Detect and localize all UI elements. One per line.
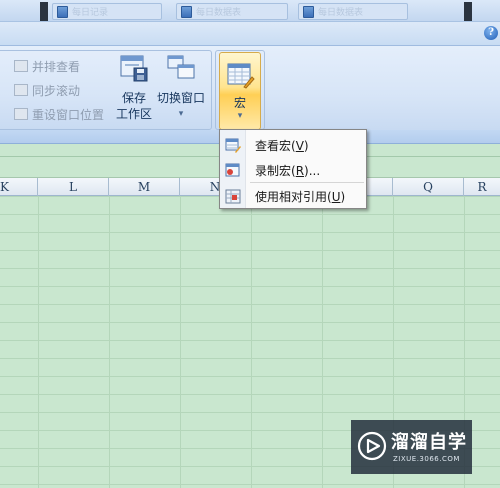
macros-dropdown-menu: 查看宏(V) 录制宏(R)... 使用相对引用(U) xyxy=(219,129,367,209)
window-tab-label: 每日数据表 xyxy=(196,8,242,18)
workbook-icon xyxy=(57,5,68,18)
record-macro-label: 录制宏(R)... xyxy=(255,163,321,178)
column-header[interactable]: K xyxy=(0,178,38,196)
workbook-icon xyxy=(303,5,314,18)
reset-window-position-label: 重设窗口位置 xyxy=(32,107,105,122)
chevron-down-icon: ▾ xyxy=(237,111,243,121)
synchronous-scrolling-label: 同步滚动 xyxy=(32,83,81,98)
relative-reference-icon xyxy=(225,189,241,203)
workbook-icon xyxy=(181,5,192,18)
watermark: 溜溜自学 ZIXUE.3066.COM xyxy=(351,420,472,474)
column-header[interactable]: M xyxy=(109,178,180,196)
menu-item-record-macro[interactable]: 录制宏(R)... xyxy=(220,158,366,182)
reset-window-position-button[interactable]: 重设窗口位置 xyxy=(14,105,104,123)
title-bar: 每日记录 每日数据表 每日数据表 xyxy=(0,0,500,22)
title-separator xyxy=(464,2,472,21)
title-separator xyxy=(40,2,48,21)
column-header[interactable]: L xyxy=(38,178,109,196)
save-workspace-label-1: 保存 xyxy=(121,91,146,105)
use-relative-references-label: 使用相对引用(U) xyxy=(255,189,346,204)
switch-windows-icon xyxy=(167,55,195,79)
save-workspace-button[interactable]: 保存 工作区 xyxy=(114,54,154,122)
reset-position-icon xyxy=(14,108,28,120)
save-workspace-icon xyxy=(120,55,148,82)
save-workspace-label-2: 工作区 xyxy=(115,107,152,121)
view-macros-icon xyxy=(225,138,241,153)
help-icon[interactable]: ? xyxy=(484,26,498,40)
sync-scroll-icon xyxy=(14,84,28,96)
macros-button[interactable]: 宏 ▾ xyxy=(219,52,261,130)
view-macros-label: 查看宏(V) xyxy=(255,138,309,153)
ribbon-tab-strip: ? xyxy=(0,22,500,46)
side-by-side-icon xyxy=(14,60,28,72)
synchronous-scrolling-button[interactable]: 同步滚动 xyxy=(14,81,80,99)
macros-icon xyxy=(227,63,255,89)
menu-item-view-macros[interactable]: 查看宏(V) xyxy=(220,133,366,157)
switch-windows-label: 切换窗口 xyxy=(157,91,206,105)
window-tab-3[interactable]: 每日数据表 xyxy=(298,3,408,20)
window-tab-2[interactable]: 每日数据表 xyxy=(176,3,288,20)
view-side-by-side-button[interactable]: 并排查看 xyxy=(14,57,80,75)
window-tab-1[interactable]: 每日记录 xyxy=(52,3,162,20)
menu-item-use-relative-references[interactable]: 使用相对引用(U) xyxy=(220,184,366,208)
record-macro-icon xyxy=(225,163,240,176)
chevron-down-icon: ▾ xyxy=(178,109,184,119)
menu-separator xyxy=(250,182,364,183)
play-logo-icon xyxy=(357,431,387,461)
switch-windows-button[interactable]: 切换窗口 ▾ xyxy=(157,54,205,122)
column-header[interactable]: Q xyxy=(393,178,464,196)
macros-label: 宏 xyxy=(233,96,246,110)
watermark-title: 溜溜自学 xyxy=(391,432,467,453)
watermark-subtitle: ZIXUE.3066.COM xyxy=(393,455,460,463)
view-side-by-side-label: 并排查看 xyxy=(32,59,81,74)
column-header[interactable]: R xyxy=(464,178,500,196)
window-tab-label: 每日记录 xyxy=(72,8,109,18)
window-tab-label: 每日数据表 xyxy=(318,8,364,18)
